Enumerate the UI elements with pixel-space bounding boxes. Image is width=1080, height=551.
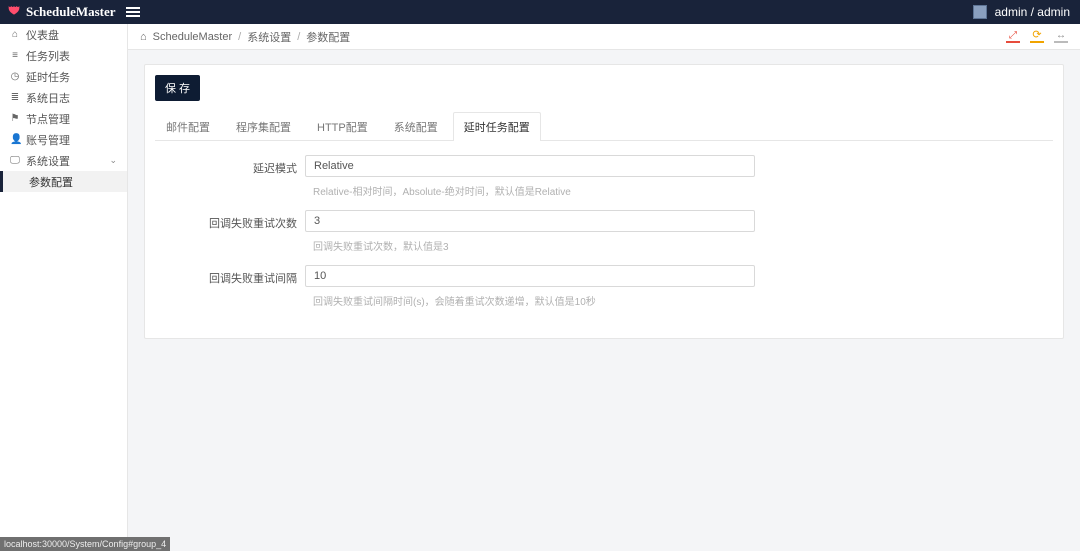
log-icon: ≣ [10,92,20,103]
sidebar-item-dashboard[interactable]: ⌂ 仪表盘 [0,24,127,45]
retrycount-input[interactable] [305,210,755,232]
field-label-delaymode: 延迟模式 [155,155,305,176]
collapse-icon[interactable]: ↔ [1054,31,1068,43]
user-block[interactable]: admin / admin [973,5,1070,19]
sidebar-item-label: 节点管理 [26,111,70,127]
sidebar-item-label: 账号管理 [26,132,70,148]
breadcrumb: ⌂ ScheduleMaster / 系统设置 / 参数配置 ⤢ ⟳ ↔ [128,24,1080,50]
breadcrumb-root[interactable]: ScheduleMaster [153,31,233,43]
fullscreen-icon[interactable]: ⤢ [1006,31,1020,43]
home-icon: ⌂ [140,31,147,43]
tab-delaytask[interactable]: 延时任务配置 [453,112,541,141]
sidebar-item-label: 系统日志 [26,90,70,106]
sidebar-subitem-params[interactable]: 参数配置 [0,171,127,192]
monitor-icon: 🖵 [10,155,20,166]
brand-text: ScheduleMaster [26,4,116,20]
config-panel: 保 存 邮件配置 程序集配置 HTTP配置 系统配置 延时任务配置 延迟模式 [144,64,1064,339]
sidebar-item-accounts[interactable]: 👤 账号管理 [0,129,127,150]
sidebar: ⌂ 仪表盘 ≡ 任务列表 ◷ 延时任务 ≣ 系统日志 ⚑ 节点管理 👤 账号管理… [0,24,128,537]
status-text: localhost:30000/System/Config#group_4 [4,539,166,549]
breadcrumb-level2: 参数配置 [306,29,350,45]
field-help-delaymode: Relative-相对时间，Absolute-绝对时间，默认值是Relative [313,183,1053,198]
breadcrumb-sep: / [238,31,241,43]
list-icon: ≡ [10,50,20,61]
top-navbar: ScheduleMaster admin / admin [0,0,1080,24]
field-label-retryinterval: 回调失败重试间隔 [155,265,305,286]
brand-logo-icon [6,4,22,20]
tab-system[interactable]: 系统配置 [383,112,449,141]
user-icon: 👤 [10,134,20,145]
sidebar-item-label: 任务列表 [26,48,70,64]
tab-assembly[interactable]: 程序集配置 [225,112,302,141]
sidebar-item-label: 系统设置 [26,153,70,169]
status-bar: localhost:30000/System/Config#group_4 [0,537,170,551]
field-help-retrycount: 回调失败重试次数，默认值是3 [313,238,1053,253]
sidebar-item-tasklist[interactable]: ≡ 任务列表 [0,45,127,66]
brand: ScheduleMaster [6,4,116,20]
sidebar-item-label: 仪表盘 [26,27,59,43]
sidebar-subitem-label: 参数配置 [29,174,73,190]
breadcrumb-sep: / [297,31,300,43]
chevron-down-icon: ⌄ [109,155,117,166]
sidebar-item-nodes[interactable]: ⚑ 节点管理 [0,108,127,129]
sidebar-item-label: 延时任务 [26,69,70,85]
breadcrumb-level1[interactable]: 系统设置 [247,29,291,45]
menu-toggle-icon[interactable] [126,7,140,17]
config-tabs: 邮件配置 程序集配置 HTTP配置 系统配置 延时任务配置 [155,111,1053,141]
sidebar-item-syslog[interactable]: ≣ 系统日志 [0,87,127,108]
clock-icon: ◷ [10,71,20,82]
tab-http[interactable]: HTTP配置 [306,112,379,141]
sidebar-item-delaytask[interactable]: ◷ 延时任务 [0,66,127,87]
save-button[interactable]: 保 存 [155,75,200,101]
sidebar-item-system-settings[interactable]: 🖵 系统设置 ⌄ [0,150,127,171]
field-label-retrycount: 回调失败重试次数 [155,210,305,231]
field-help-retryinterval: 回调失败重试间隔时间(s)，会随着重试次数递增，默认值是10秒 [313,293,1053,308]
delaymode-input[interactable] [305,155,755,177]
tab-mail[interactable]: 邮件配置 [155,112,221,141]
home-icon: ⌂ [10,29,20,40]
refresh-icon[interactable]: ⟳ [1030,31,1044,43]
retryinterval-input[interactable] [305,265,755,287]
user-label: admin / admin [995,5,1070,19]
nodes-icon: ⚑ [10,113,20,124]
avatar [973,5,987,19]
